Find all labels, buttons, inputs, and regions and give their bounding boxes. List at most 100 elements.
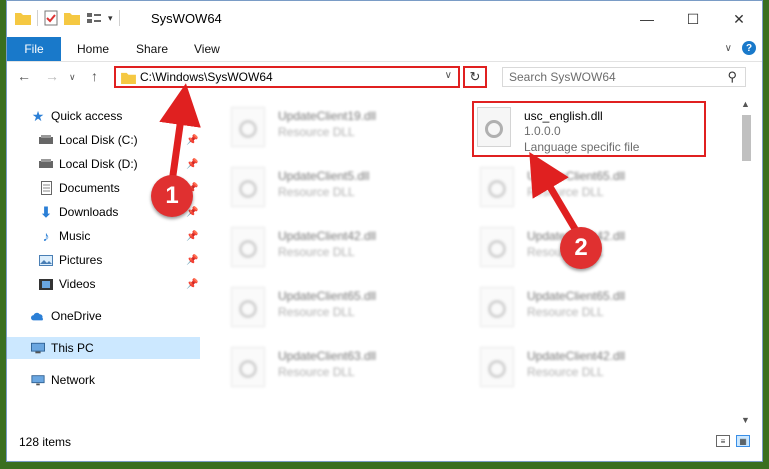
sidebar-item-label: Quick access — [51, 109, 123, 123]
network-icon — [31, 373, 45, 387]
file-name: UpdateClient5.dll — [278, 169, 370, 183]
close-button[interactable]: ✕ — [716, 1, 762, 37]
sidebar-item-label: Videos — [59, 277, 96, 291]
file-name: UpdateClient42.dll — [278, 229, 377, 243]
search-icon[interactable]: ⚲ — [727, 69, 737, 85]
scrollbar-thumb[interactable] — [742, 115, 751, 161]
sidebar-item-local-disk-c[interactable]: Local Disk (C:) 📌 — [7, 129, 200, 151]
step-marker-1: 1 — [151, 175, 193, 217]
music-icon: ♪ — [42, 228, 50, 244]
tab-home[interactable]: Home — [77, 37, 109, 61]
file-type: Resource DLL — [527, 185, 604, 199]
pin-icon[interactable]: 📌 — [186, 159, 198, 170]
file-item[interactable]: UpdateClient65.dll Resource DLL — [480, 163, 720, 211]
minimize-button[interactable]: — — [624, 1, 670, 37]
dll-file-icon — [480, 167, 514, 207]
dll-file-icon — [231, 167, 265, 207]
address-bar[interactable]: C:\Windows\SysWOW64 ∨ — [114, 66, 460, 88]
sidebar-item-label: OneDrive — [51, 309, 102, 323]
recent-locations-chevron-icon[interactable]: ∨ — [69, 72, 76, 83]
file-item[interactable]: UpdateClient19.dll Resource DLL — [231, 103, 471, 151]
file-item[interactable]: UpdateClient42.dll Resource DLL — [480, 343, 720, 391]
sidebar-item-quick-access[interactable]: ★ Quick access — [7, 105, 200, 127]
dll-file-icon — [477, 107, 511, 147]
sidebar-item-music[interactable]: ♪ Music 📌 — [7, 225, 200, 247]
refresh-button[interactable]: ↻ — [463, 66, 487, 88]
sidebar-item-this-pc[interactable]: This PC — [7, 337, 200, 359]
drive-icon — [39, 157, 53, 171]
pin-icon[interactable]: 📌 — [186, 279, 198, 290]
file-item[interactable]: UpdateClient65.dll Resource DLL — [480, 283, 720, 331]
star-icon: ★ — [31, 107, 45, 124]
properties-icon[interactable] — [44, 10, 58, 26]
sidebar-item-videos[interactable]: Videos 📌 — [7, 273, 200, 295]
file-type: Resource DLL — [278, 305, 355, 319]
cloud-icon — [31, 309, 45, 323]
file-type: Resource DLL — [278, 185, 355, 199]
dll-file-icon — [480, 347, 514, 387]
file-name: UpdateClient65.dll — [527, 289, 626, 303]
file-type: Resource DLL — [278, 125, 355, 139]
sidebar-item-label: This PC — [51, 341, 94, 355]
file-type: Resource DLL — [527, 305, 604, 319]
ribbon-tabs: File Home Share View ∨ ? — [7, 37, 762, 62]
drive-icon — [39, 133, 53, 147]
dll-file-icon — [231, 287, 265, 327]
address-path[interactable]: C:\Windows\SysWOW64 — [140, 70, 273, 84]
toolbar-separator — [118, 10, 120, 26]
file-type: Language specific file — [524, 140, 640, 154]
quick-access-toolbar: ▾ — [15, 10, 120, 26]
sidebar-item-label: Downloads — [59, 205, 119, 219]
sidebar-item-label: Music — [59, 229, 91, 243]
forward-arrow-icon[interactable]: → — [45, 68, 59, 84]
dll-file-icon — [231, 227, 265, 267]
file-item[interactable]: UpdateClient65.dll Resource DLL — [231, 283, 471, 331]
file-name: UpdateClient19.dll — [278, 109, 377, 123]
sidebar-item-label: Local Disk (C:) — [59, 133, 138, 147]
sidebar-item-local-disk-d[interactable]: Local Disk (D:) 📌 — [7, 153, 200, 175]
file-name: UpdateClient63.dll — [278, 349, 377, 363]
picture-icon — [39, 253, 53, 267]
file-version: 1.0.0.0 — [524, 124, 561, 138]
file-name: UpdateClient65.dll — [278, 289, 377, 303]
dll-file-icon — [480, 287, 514, 327]
sidebar-item-pictures[interactable]: Pictures 📌 — [7, 249, 200, 271]
tiles-view-icon[interactable]: ▦ — [736, 435, 750, 447]
expand-ribbon-chevron-icon[interactable]: ∨ — [725, 43, 732, 54]
back-arrow-icon[interactable]: ← — [17, 68, 31, 84]
search-input[interactable]: Search SysWOW64 ⚲ — [502, 67, 746, 87]
scroll-up-icon[interactable]: ▲ — [741, 99, 750, 109]
step-marker-2: 2 — [560, 227, 602, 269]
details-view-icon[interactable]: ≡ — [716, 435, 730, 447]
pin-icon[interactable]: 📌 — [186, 135, 198, 146]
pin-icon[interactable]: 📌 — [186, 231, 198, 242]
vertical-scrollbar[interactable]: ▲ ▼ — [738, 97, 755, 431]
navigation-bar: ← → ∨ ↑ C:\Windows\SysWOW64 ∨ ↻ Search S… — [7, 62, 762, 94]
pin-icon[interactable]: 📌 — [186, 255, 198, 266]
ribbon-right-controls: ∨ ? — [725, 41, 756, 55]
window-title: SysWOW64 — [151, 11, 222, 26]
computer-icon — [31, 341, 45, 355]
download-icon: ⬇ — [40, 203, 52, 220]
address-dropdown-chevron-icon[interactable]: ∨ — [445, 70, 452, 81]
sidebar-item-network[interactable]: Network — [7, 369, 200, 391]
file-item[interactable]: UpdateClient42.dll Resource DLL — [231, 223, 471, 271]
file-item[interactable]: UpdateClient63.dll Resource DLL — [231, 343, 471, 391]
file-item-usc-english[interactable]: usc_english.dll 1.0.0.0 Language specifi… — [477, 103, 717, 154]
folder-icon — [15, 13, 31, 25]
view-options-icon[interactable] — [86, 11, 102, 25]
maximize-button[interactable]: ☐ — [670, 1, 716, 37]
sidebar-item-onedrive[interactable]: OneDrive — [7, 305, 200, 327]
new-folder-icon[interactable] — [64, 11, 80, 25]
file-item[interactable]: UpdateClient5.dll Resource DLL — [231, 163, 471, 211]
dll-file-icon — [231, 107, 265, 147]
up-arrow-icon[interactable]: ↑ — [91, 68, 98, 84]
scroll-down-icon[interactable]: ▼ — [741, 415, 750, 425]
tab-share[interactable]: Share — [136, 37, 168, 61]
document-icon — [39, 181, 53, 195]
customize-toolbar-chevron-icon[interactable]: ▾ — [108, 13, 113, 24]
toolbar-separator — [37, 10, 38, 26]
tab-file[interactable]: File — [7, 37, 61, 61]
help-icon[interactable]: ? — [742, 41, 756, 55]
tab-view[interactable]: View — [194, 37, 220, 61]
